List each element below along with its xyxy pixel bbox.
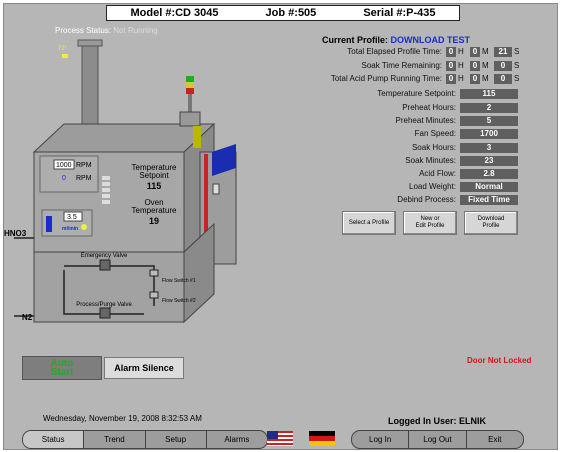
alarm-silence-button[interactable]: Alarm Silence — [104, 357, 184, 379]
minute-unit: M — [482, 47, 489, 56]
new-edit-profile-button[interactable]: New or Edit Profile — [403, 211, 457, 235]
setting-label: Temperature Setpoint: — [377, 89, 456, 98]
soak-minutes-remaining: 0 — [470, 61, 480, 71]
hour-unit: H — [458, 47, 464, 56]
acid-pump-seconds: 0 — [494, 74, 512, 84]
job-number: Job #:505 — [265, 7, 317, 19]
flow-value: 3.5 — [67, 214, 77, 221]
stack-indicator — [62, 54, 68, 58]
logout-button[interactable]: Log Out — [409, 431, 467, 448]
soak-seconds-remaining: 0 — [494, 61, 512, 71]
purge-valve-label: Process/Purge Valve — [76, 302, 132, 308]
setting-label: Debind Process: — [397, 195, 456, 204]
temp-setpoint-value: 115 — [147, 181, 162, 191]
select-profile-label: Select a Profile — [348, 219, 390, 226]
setting-label: Preheat Hours: — [402, 103, 456, 112]
setting-label: Preheat Minutes: — [395, 116, 456, 125]
nav-trend[interactable]: Trend — [84, 431, 146, 448]
fan-rpm-1: 1000 — [56, 162, 72, 169]
n2-label: N2 — [22, 313, 33, 322]
download-profile-label-1: Download — [477, 216, 505, 222]
machine-diagram: 72° 1000 RPM 0 RPM Temperature Setpoint … — [4, 39, 237, 324]
flow-switch-2-label: Flow Switch #2 — [162, 298, 196, 304]
header-bar: Model #:CD 3045 Job #:505 Serial #:P-435 — [106, 5, 460, 21]
setting-label: Load Weight: — [409, 182, 456, 191]
new-edit-profile-label-2: Edit Profile — [415, 223, 445, 229]
side-indicator — [193, 126, 201, 148]
acid-pump-hours: 0 — [446, 74, 456, 84]
model-number: Model #:CD 3045 — [130, 7, 219, 19]
current-profile: Current Profile: DOWNLOAD TEST — [322, 35, 470, 45]
setting-label: Soak Minutes: — [405, 156, 456, 165]
auto-start-label-2: Start — [50, 367, 74, 378]
download-profile-label-2: Profile — [482, 223, 500, 229]
select-profile-button[interactable]: Select a Profile — [342, 211, 396, 235]
oven-temp-value: 19 — [149, 216, 159, 226]
setting-value: Fixed Time — [460, 195, 518, 205]
current-profile-label: Current Profile: — [322, 35, 389, 45]
main-nav: Status Trend Setup Alarms — [22, 430, 268, 449]
emergency-valve-icon — [99, 259, 111, 271]
auto-start-button[interactable]: Auto Start — [22, 356, 102, 380]
elapsed-hours: 0 — [446, 47, 456, 57]
tower-light-red — [186, 88, 194, 94]
minute-unit: M — [482, 74, 489, 83]
serial-number: Serial #:P-435 — [363, 7, 436, 19]
tower-light-green — [186, 76, 194, 82]
hno3-label: HNO3 — [4, 229, 27, 238]
fan-rpm-2: 0 — [62, 175, 66, 182]
setting-value: 5 — [460, 116, 518, 126]
flow-unit: ml/min — [62, 226, 78, 232]
soak-remaining-label: Soak Time Remaining: — [361, 61, 442, 70]
second-unit: S — [514, 61, 520, 70]
exit-button[interactable]: Exit — [467, 431, 523, 448]
nav-status[interactable]: Status — [23, 431, 85, 448]
minute-unit: M — [482, 61, 489, 70]
door-status: Door Not Locked — [467, 356, 532, 365]
acid-pump-time-label: Total Acid Pump Running Time: — [330, 74, 442, 83]
setting-label: Acid Flow: — [419, 169, 456, 178]
purge-valve-icon — [99, 307, 111, 319]
stack-temp-value: 72° — [58, 46, 68, 52]
elapsed-time-label: Total Elapsed Profile Time: — [347, 47, 442, 56]
fan-rpm-unit-2: RPM — [76, 175, 92, 182]
nav-setup[interactable]: Setup — [146, 431, 207, 448]
date-time: Wednesday, November 19, 2008 8:32:53 AM — [43, 414, 202, 423]
acid-pump-minutes: 0 — [470, 74, 480, 84]
tower-light-amber — [186, 82, 194, 88]
us-flag-icon[interactable] — [267, 431, 293, 446]
nav-alarms[interactable]: Alarms — [207, 431, 267, 448]
download-profile-button[interactable]: Download Profile — [464, 211, 518, 235]
flow-switch-2-icon — [149, 291, 159, 299]
fan-rpm-unit-1: RPM — [76, 162, 92, 169]
emergency-valve-label: Emergency Valve — [81, 253, 128, 259]
logged-in-user: Logged In User: ELNIK — [388, 416, 487, 426]
setting-label: Fan Speed: — [414, 129, 456, 138]
hour-unit: H — [458, 61, 464, 70]
new-edit-profile-label-1: New or — [420, 216, 440, 222]
flow-switch-1-icon — [149, 269, 159, 277]
second-unit: S — [514, 74, 520, 83]
flow-switch-1-label: Flow Switch #1 — [162, 278, 196, 284]
elapsed-seconds: 21 — [494, 47, 512, 57]
oven-label-2: Temperature — [132, 206, 177, 215]
current-profile-value: DOWNLOAD TEST — [390, 35, 471, 45]
german-flag-icon[interactable] — [309, 431, 335, 446]
soak-hours-remaining: 0 — [446, 61, 456, 71]
setting-value: 3 — [460, 143, 518, 153]
temp-setpoint-label-2: Setpoint — [139, 171, 169, 180]
setting-value: Normal — [460, 182, 518, 192]
session-nav: Log In Log Out Exit — [351, 430, 524, 449]
setting-value: 2 — [460, 103, 518, 113]
elapsed-minutes: 0 — [470, 47, 480, 57]
setting-label: Soak Hours: — [411, 143, 456, 152]
setting-value: 2.8 — [460, 169, 518, 179]
hour-unit: H — [458, 74, 464, 83]
login-button[interactable]: Log In — [352, 431, 410, 448]
setting-value: 115 — [460, 89, 518, 99]
second-unit: S — [514, 47, 520, 56]
setting-value: 1700 — [460, 129, 518, 139]
setting-value: 23 — [460, 156, 518, 166]
